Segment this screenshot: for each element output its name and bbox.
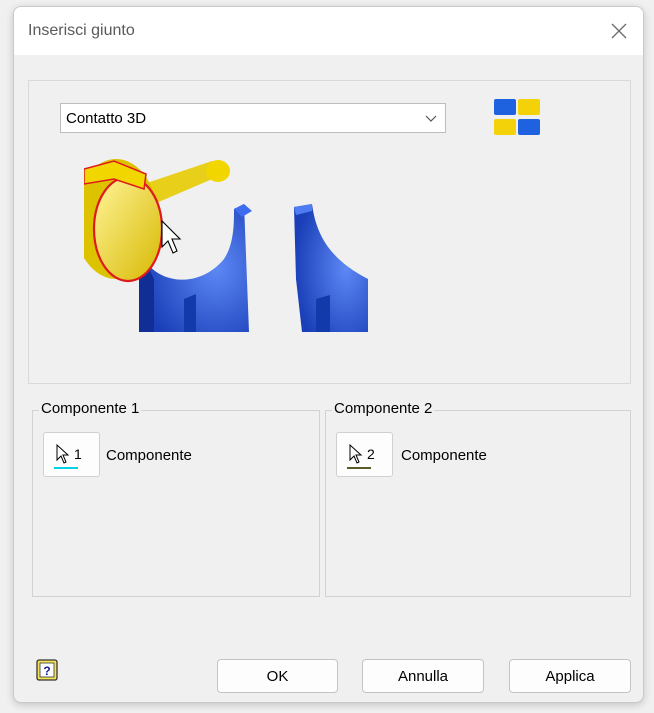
- joint-type-select[interactable]: Contatto 3D: [60, 103, 446, 133]
- cursor-select-icon: [349, 443, 363, 464]
- close-button[interactable]: [601, 13, 637, 49]
- component1-legend: Componente 1: [39, 400, 142, 417]
- component-colors-button[interactable]: [490, 95, 550, 143]
- component2-number: 2: [367, 446, 375, 462]
- help-icon: ?: [36, 659, 58, 681]
- chevron-down-icon: [425, 115, 437, 122]
- component2-label: Componente: [401, 447, 487, 464]
- apply-button[interactable]: Applica: [509, 659, 631, 693]
- close-icon: [611, 23, 627, 39]
- component1-number: 1: [74, 446, 82, 462]
- insert-joint-dialog: Inserisci giunto Contatto 3D Componente …: [13, 6, 644, 703]
- component1-label: Componente: [106, 447, 192, 464]
- cancel-button[interactable]: Annulla: [362, 659, 484, 693]
- joint-type-value: Contatto 3D: [66, 110, 147, 127]
- dialog-title: Inserisci giunto: [28, 22, 135, 39]
- component1-group: Componente 1 1 Componente: [32, 400, 320, 597]
- help-button[interactable]: ?: [36, 659, 58, 681]
- component2-color-indicator: [347, 467, 371, 469]
- component2-group: Componente 2 2 Componente: [325, 400, 631, 597]
- component2-select-button[interactable]: 2: [336, 432, 393, 477]
- title-bar: Inserisci giunto: [14, 7, 643, 55]
- component-colors-icon: [494, 99, 540, 135]
- svg-text:?: ?: [43, 664, 50, 678]
- cursor-select-icon: [56, 443, 70, 464]
- component2-legend: Componente 2: [332, 400, 435, 417]
- ok-button[interactable]: OK: [217, 659, 338, 693]
- joint-preview-illustration: [84, 149, 368, 332]
- component1-color-indicator: [54, 467, 78, 469]
- component1-select-button[interactable]: 1: [43, 432, 100, 477]
